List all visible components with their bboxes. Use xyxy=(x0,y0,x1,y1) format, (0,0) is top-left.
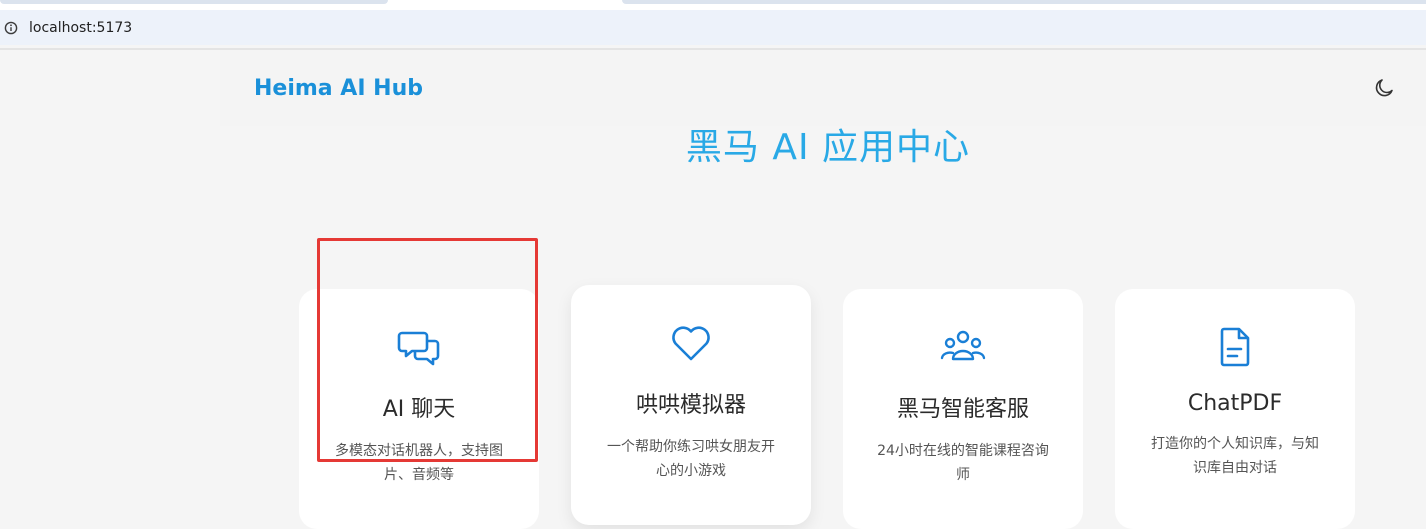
card-description: 24小时在线的智能课程咨询师 xyxy=(877,443,1049,483)
address-bar[interactable]: localhost:5173 xyxy=(0,10,1426,45)
card-title: 哄哄模拟器 xyxy=(635,393,746,418)
card-title: 黑马智能客服 xyxy=(896,397,1029,422)
card-chatpdf[interactable]: ChatPDF 打造你的个人知识库，与知识库自由对话 xyxy=(1115,289,1355,529)
card-description: 一个帮助你练习哄女朋友开心的小游戏 xyxy=(607,439,775,479)
url-text[interactable]: localhost:5173 xyxy=(29,20,132,36)
card-title: ChatPDF xyxy=(1187,391,1283,416)
theme-toggle-button[interactable] xyxy=(1370,74,1398,102)
inactive-tab[interactable] xyxy=(0,0,388,4)
document-icon xyxy=(1220,327,1250,367)
moon-icon xyxy=(1375,79,1393,97)
card-title: AI 聊天 xyxy=(382,397,456,422)
card-smart-support[interactable]: 黑马智能客服 24小时在线的智能课程咨询师 xyxy=(843,289,1083,529)
card-description: 多模态对话机器人，支持图片、音频等 xyxy=(335,443,503,483)
info-icon[interactable] xyxy=(4,21,18,35)
users-group-icon xyxy=(940,330,986,361)
heart-icon xyxy=(672,326,710,361)
page-title: 黑马 AI 应用中心 xyxy=(685,127,971,168)
logo[interactable]: Heima AI Hub xyxy=(254,76,423,101)
chat-bubbles-icon xyxy=(397,331,440,366)
card-ai-chat[interactable]: AI 聊天 多模态对话机器人，支持图片、音频等 xyxy=(299,289,539,529)
card-coax-simulator[interactable]: 哄哄模拟器 一个帮助你练习哄女朋友开心的小游戏 xyxy=(571,285,811,525)
browser-tab-bar xyxy=(0,0,1426,10)
header: Heima AI Hub xyxy=(220,50,1426,126)
inactive-tab[interactable] xyxy=(622,0,1426,4)
card-description: 打造你的个人知识库，与知识库自由对话 xyxy=(1151,436,1319,476)
